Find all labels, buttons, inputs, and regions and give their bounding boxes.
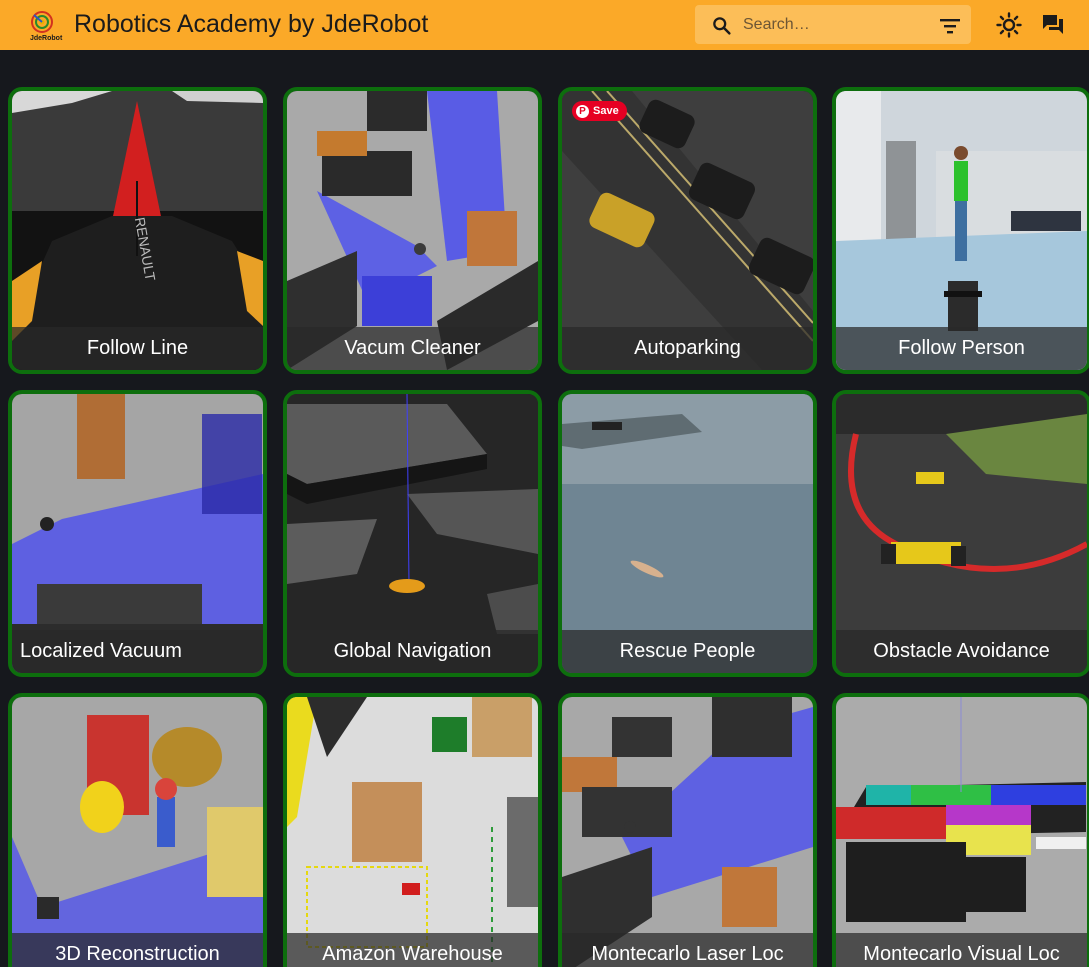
exercise-card-montecarlo-laser-loc[interactable]: Montecarlo Laser Loc: [558, 693, 817, 967]
card-title: Montecarlo Laser Loc: [562, 933, 813, 967]
exercise-card-montecarlo-visual-loc[interactable]: Montecarlo Visual Loc: [832, 693, 1089, 967]
exercise-grid: RENAULT Follow Line Vacum Cleaner P Save…: [0, 0, 1089, 967]
card-title: Rescue People: [562, 630, 813, 673]
card-title: 3D Reconstruction: [12, 933, 263, 967]
card-title: Global Navigation: [287, 630, 538, 673]
montecarlo-laser-loc-thumbnail: [562, 697, 813, 967]
exercise-card-follow-line[interactable]: RENAULT Follow Line: [8, 87, 267, 374]
exercise-card-rescue-people[interactable]: Rescue People: [558, 390, 817, 677]
exercise-card-localized-vacuum[interactable]: Localized Vacuum: [8, 390, 267, 677]
3d-reconstruction-thumbnail: [12, 697, 263, 967]
exercise-card-vacum-cleaner[interactable]: Vacum Cleaner: [283, 87, 542, 374]
exercise-card-global-navigation[interactable]: Global Navigation: [283, 390, 542, 677]
exercise-card-obstacle-avoidance[interactable]: Obstacle Avoidance: [832, 390, 1089, 677]
exercise-card-autoparking[interactable]: P Save Autoparking: [558, 87, 817, 374]
card-title: Amazon Warehouse: [287, 933, 538, 967]
card-title: Follow Line: [12, 327, 263, 370]
save-label: Save: [593, 105, 619, 117]
pinterest-save-button[interactable]: P Save: [572, 101, 627, 121]
card-title: Localized Vacuum: [12, 630, 263, 673]
exercise-card-amazon-warehouse[interactable]: Amazon Warehouse: [283, 693, 542, 967]
card-title: Autoparking: [562, 327, 813, 370]
card-title: Montecarlo Visual Loc: [836, 933, 1087, 967]
amazon-warehouse-thumbnail: [287, 697, 538, 967]
montecarlo-visual-loc-thumbnail: [836, 697, 1087, 967]
pinterest-icon: P: [576, 104, 589, 118]
exercise-card-3d-reconstruction[interactable]: 3D Reconstruction: [8, 693, 267, 967]
card-title: Follow Person: [836, 327, 1087, 370]
card-title: Obstacle Avoidance: [836, 630, 1087, 673]
card-title: Vacum Cleaner: [287, 327, 538, 370]
exercise-card-follow-person[interactable]: Follow Person: [832, 87, 1089, 374]
